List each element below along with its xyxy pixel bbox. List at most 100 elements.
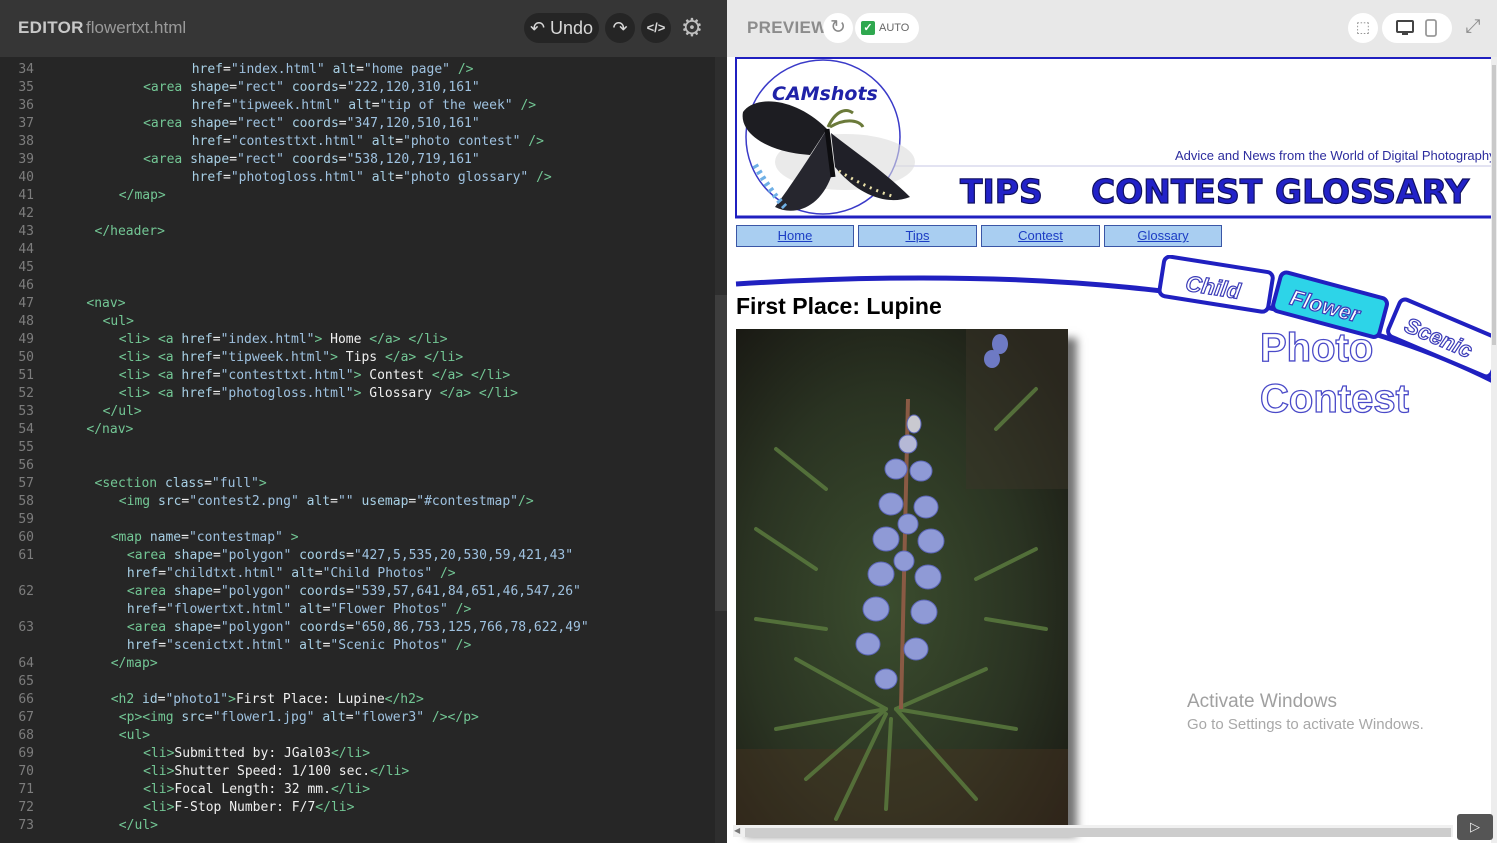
preview-vertical-scrollbar-thumb[interactable] xyxy=(1492,65,1496,345)
code-token: = xyxy=(345,710,354,725)
code-line[interactable]: href="scenictxt.html" alt="Scenic Photos… xyxy=(0,637,715,655)
nav-link-home[interactable]: Home xyxy=(736,225,854,247)
code-token: href xyxy=(126,566,159,581)
code-token: <nav> xyxy=(86,296,126,311)
code-line[interactable]: 36 href="tipweek.html" alt="tip of the we… xyxy=(0,97,715,115)
redo-button[interactable]: ↷ xyxy=(605,13,635,43)
code-line[interactable]: 53 </ul> xyxy=(0,403,715,421)
code-token: </a> xyxy=(439,386,472,401)
code-line[interactable]: 63 <area shape="polygon" coords="650,86,7… xyxy=(0,619,715,637)
code-token: = xyxy=(338,116,347,131)
refresh-icon[interactable]: ↻ xyxy=(823,13,853,43)
code-line[interactable]: href="childtxt.html" alt="Child Photos" … xyxy=(0,565,715,583)
line-number: 63 xyxy=(18,620,34,635)
code-line[interactable]: href="flowertxt.html" alt="Flower Photos… xyxy=(0,601,715,619)
code-line[interactable]: 59 xyxy=(0,511,715,529)
code-line[interactable]: 51 <li> <a href="contesttxt.html"> Contes… xyxy=(0,367,715,385)
code-token: alt xyxy=(306,494,331,509)
code-line[interactable]: 55 xyxy=(0,439,715,457)
settings-gear-icon[interactable]: ⚙ xyxy=(678,14,706,42)
code-token: "538,120,719,161" xyxy=(346,152,480,167)
banner-link-glossary[interactable]: GLOSSARY xyxy=(1274,171,1470,211)
code-line[interactable]: 60 <map name="contestmap" > xyxy=(0,529,715,547)
code-line[interactable]: 64 </map> xyxy=(0,655,715,673)
code-token: "photogloss.html" xyxy=(230,170,364,185)
code-area[interactable]: 34 href="index.html" alt="home page" /> 35… xyxy=(0,61,715,835)
code-text: <map name="contestmap" > xyxy=(111,529,299,547)
code-line[interactable]: 41 </map> xyxy=(0,187,715,205)
code-text: href="tipweek.html" alt="tip of the week… xyxy=(192,97,536,115)
code-token: shape xyxy=(173,548,213,563)
code-line[interactable]: 66 <h2 id="photo1">First Place: Lupine</h… xyxy=(0,691,715,709)
banner-link-contest[interactable]: CONTEST xyxy=(1090,171,1263,211)
code-line[interactable]: 69 <li>Submitted by: JGal03</li> xyxy=(0,745,715,763)
code-token: href xyxy=(181,368,213,383)
editor-scrollbar-thumb[interactable] xyxy=(715,295,727,611)
auto-refresh-toggle[interactable]: ✓ AUTO xyxy=(855,13,919,43)
code-line[interactable]: 72 <li>F-Stop Number: F/7</li> xyxy=(0,799,715,817)
code-line[interactable]: 47 <nav> xyxy=(0,295,715,313)
code-line[interactable]: 44 xyxy=(0,241,715,259)
code-line[interactable]: 68 <ul> xyxy=(0,727,715,745)
code-token: src xyxy=(181,710,205,725)
code-token: "Scenic Photos" xyxy=(330,638,448,653)
code-line[interactable]: 34 href="index.html" alt="home page" /> xyxy=(0,61,715,79)
tab-child[interactable]: Child xyxy=(1157,255,1275,314)
code-line[interactable]: 38 href="contesttxt.html" alt="photo cont… xyxy=(0,133,715,151)
inspect-select-icon[interactable]: ⬚ xyxy=(1348,13,1378,43)
code-line[interactable]: 42 xyxy=(0,205,715,223)
code-token: <section xyxy=(94,476,158,491)
tab-scenic[interactable]: Scenic xyxy=(1386,297,1497,379)
preview-horizontal-scrollbar-thumb[interactable] xyxy=(745,828,1451,837)
code-line[interactable]: 39 <area shape="rect" coords="538,120,719… xyxy=(0,151,715,169)
code-line[interactable]: 61 <area shape="polygon" coords="427,5,53… xyxy=(0,547,715,565)
code-text: <area shape="polygon" coords="539,57,641… xyxy=(127,583,581,601)
code-line[interactable]: 67 <p><img src="flower1.jpg" alt="flower3… xyxy=(0,709,715,727)
code-token: "" xyxy=(337,494,354,509)
code-line[interactable]: 65 xyxy=(0,673,715,691)
code-line[interactable]: 43 </header> xyxy=(0,223,715,241)
line-number: 36 xyxy=(18,98,34,113)
desktop-icon[interactable] xyxy=(1396,19,1414,37)
code-token: = xyxy=(213,548,221,563)
code-line[interactable]: 45 xyxy=(0,259,715,277)
code-line[interactable]: 37 <area shape="rect" coords="347,120,510… xyxy=(0,115,715,133)
code-line[interactable]: 57 <section class="full"> xyxy=(0,475,715,493)
scroll-left-arrow-icon[interactable]: ◀ xyxy=(734,826,744,836)
code-line[interactable]: 70 <li>Shutter Speed: 1/100 sec.</li> xyxy=(0,763,715,781)
code-token: <a xyxy=(157,332,174,347)
code-line[interactable]: 54 </nav> xyxy=(0,421,715,439)
code-line[interactable]: 52 <li> <a href="photogloss.html"> Glossa… xyxy=(0,385,715,403)
code-view-button[interactable]: </> xyxy=(641,13,671,43)
expand-icon[interactable]: ⤢ xyxy=(1462,16,1484,38)
code-line[interactable]: 71 <li>Focal Length: 32 mm.</li> xyxy=(0,781,715,799)
code-line[interactable]: 48 <ul> xyxy=(0,313,715,331)
code-line[interactable]: 73 </ul> xyxy=(0,817,715,835)
line-number: 44 xyxy=(18,242,34,257)
nav-link-contest[interactable]: Contest xyxy=(981,225,1100,247)
code-token: "photo contest" xyxy=(403,134,521,149)
banner-link-tips[interactable]: TIPS xyxy=(959,171,1043,211)
auto-checkbox[interactable]: ✓ xyxy=(861,21,875,35)
code-line[interactable]: 40 href="photogloss.html" alt="photo glos… xyxy=(0,169,715,187)
nav-link-tips[interactable]: Tips xyxy=(858,225,977,247)
code-line[interactable]: 49 <li> <a href="index.html"> Home </a> <… xyxy=(0,331,715,349)
undo-button[interactable]: ↶ Undo xyxy=(524,13,599,43)
code-line[interactable]: 62 <area shape="polygon" coords="539,57,6… xyxy=(0,583,715,601)
code-line[interactable]: 46 xyxy=(0,277,715,295)
console-toggle-icon[interactable]: ▷ xyxy=(1457,814,1493,840)
code-line[interactable]: 50 <li> <a href="tipweek.html"> Tips </a>… xyxy=(0,349,715,367)
code-line[interactable]: 56 xyxy=(0,457,715,475)
nav-link-glossary[interactable]: Glossary xyxy=(1104,225,1222,247)
code-token: href xyxy=(191,134,223,149)
code-token: <ul> xyxy=(102,314,134,329)
code-token: "index.html" xyxy=(230,62,325,77)
code-line[interactable]: 58 <img src="contest2.png" alt="" usemap=… xyxy=(0,493,715,511)
mobile-icon[interactable] xyxy=(1424,19,1438,37)
code-line[interactable]: 35 <area shape="rect" coords="222,120,310… xyxy=(0,79,715,97)
